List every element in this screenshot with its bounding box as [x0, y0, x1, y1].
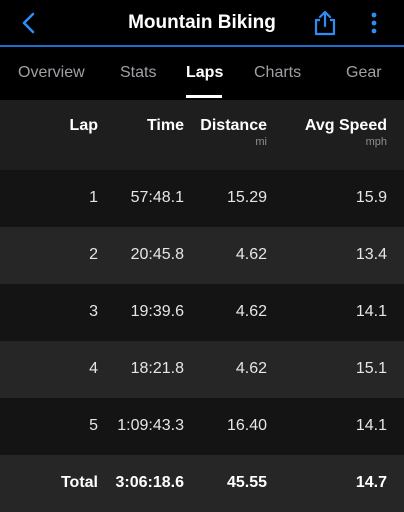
active-tab-indicator — [186, 95, 222, 98]
tab-charts[interactable]: Charts — [254, 64, 301, 82]
laps-table: Lap Time Distance mi Avg Speed mph 1 57:… — [0, 100, 404, 512]
distance-unit: mi — [255, 136, 267, 148]
total-avg-speed: 14.7 — [355, 474, 387, 491]
lap-distance: 16.40 — [226, 417, 267, 434]
nav-header: Mountain Biking — [0, 0, 404, 46]
lap-distance: 4.62 — [235, 303, 267, 320]
lap-avg-speed: 14.1 — [355, 417, 387, 434]
lap-number: 4 — [89, 360, 98, 377]
lap-number: 2 — [89, 246, 98, 263]
lap-time: 19:39.6 — [130, 303, 184, 320]
lap-avg-speed: 15.1 — [355, 360, 387, 377]
column-header-distance: Distance — [200, 117, 267, 134]
table-header-row: Lap Time Distance mi Avg Speed mph — [0, 100, 404, 170]
column-header-lap: Lap — [69, 117, 98, 134]
lap-number: 1 — [89, 189, 98, 206]
tab-overview[interactable]: Overview — [18, 64, 85, 82]
lap-number: 5 — [89, 417, 98, 434]
column-header-avg-speed: Avg Speed — [304, 117, 387, 134]
table-row[interactable]: 5 1:09:43.3 16.40 14.1 — [0, 398, 404, 455]
lap-time: 18:21.8 — [130, 360, 184, 377]
share-icon[interactable] — [312, 9, 338, 37]
more-options-icon[interactable] — [363, 11, 385, 35]
table-row[interactable]: 4 18:21.8 4.62 15.1 — [0, 341, 404, 398]
lap-avg-speed: 15.9 — [355, 189, 387, 206]
lap-time: 57:48.1 — [130, 189, 184, 206]
table-row[interactable]: 1 57:48.1 15.29 15.9 — [0, 170, 404, 227]
lap-distance: 4.62 — [235, 246, 267, 263]
table-row[interactable]: 3 19:39.6 4.62 14.1 — [0, 284, 404, 341]
table-total-row: Total 3:06:18.6 45.55 14.7 — [0, 455, 404, 512]
total-time: 3:06:18.6 — [115, 474, 185, 491]
speed-unit: mph — [365, 136, 387, 148]
lap-distance: 4.62 — [235, 360, 267, 377]
lap-time: 20:45.8 — [130, 246, 184, 263]
column-header-time: Time — [146, 117, 184, 134]
table-row[interactable]: 2 20:45.8 4.62 13.4 — [0, 227, 404, 284]
lap-distance: 15.29 — [226, 189, 267, 206]
tab-stats[interactable]: Stats — [120, 64, 156, 82]
total-label: Total — [60, 474, 98, 491]
tab-laps[interactable]: Laps — [186, 64, 223, 82]
total-distance: 45.55 — [226, 474, 267, 491]
tab-bar: Overview Stats Laps Charts Gear — [0, 47, 404, 100]
page-title: Mountain Biking — [128, 12, 276, 33]
tab-gear[interactable]: Gear — [346, 64, 382, 82]
lap-number: 3 — [89, 303, 98, 320]
lap-avg-speed: 14.1 — [355, 303, 387, 320]
lap-avg-speed: 13.4 — [355, 246, 387, 263]
lap-time: 1:09:43.3 — [117, 417, 184, 434]
